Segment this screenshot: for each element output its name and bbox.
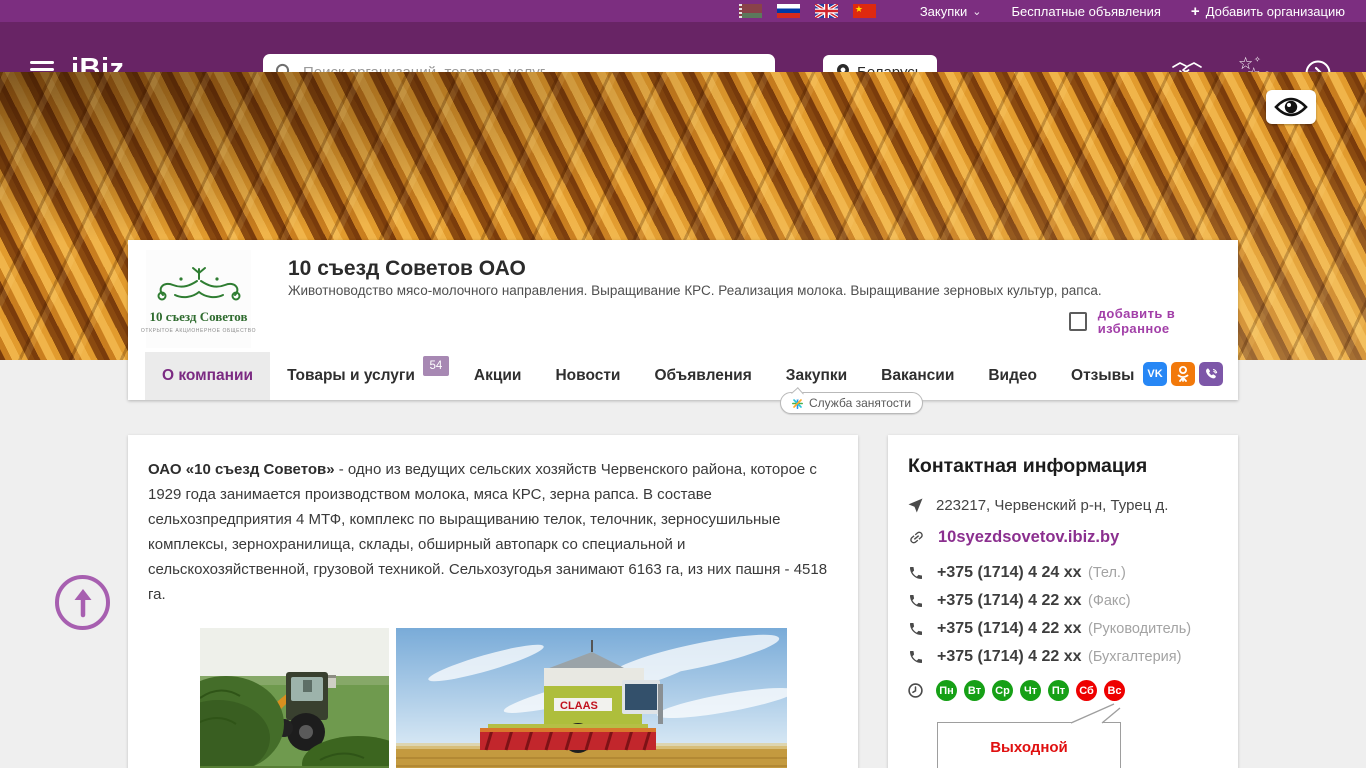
address-text: 223217, Червенский р-н, Турец д. — [936, 497, 1169, 514]
phone-label: (Руководитель) — [1088, 621, 1192, 637]
vk-icon[interactable]: VK — [1143, 362, 1167, 386]
company-logo: 10 съезд Советов ОТКРЫТОЕ АКЦИОНЕРНОЕ ОБ… — [141, 250, 255, 348]
website-link[interactable]: 10syezdsovetov.ibiz.by — [938, 528, 1119, 547]
accessibility-version-button[interactable] — [1266, 90, 1316, 124]
about-lead: ОАО «10 съезд Советов» — [148, 461, 335, 478]
procurement-menu[interactable]: Закупки ⌄ — [920, 4, 982, 19]
arrow-up-icon — [74, 588, 91, 617]
scroll-to-top-button[interactable] — [55, 575, 110, 630]
phone-number[interactable]: +375 (1714) 4 24 xx — [937, 564, 1082, 581]
tab-about[interactable]: О компании — [145, 352, 271, 400]
day-off-tooltip: Выходной — [937, 722, 1121, 768]
employment-service-tooltip: Служба занятости — [780, 392, 924, 414]
company-card: 10 съезд Советов ОТКРЫТОЕ АКЦИОНЕРНОЕ ОБ… — [128, 240, 1238, 400]
free-ads-link[interactable]: Бесплатные объявления — [1011, 4, 1160, 19]
photo-tractor-hay — [200, 628, 389, 768]
contact-heading: Контактная информация — [908, 455, 1148, 477]
viber-icon[interactable] — [1199, 362, 1223, 386]
contact-info-section: Контактная информация 223217, Червенский… — [888, 435, 1238, 768]
add-organization-link[interactable]: + Добавить организацию — [1191, 3, 1345, 20]
address-navigation-icon — [908, 498, 923, 513]
language-flags: ★ — [738, 2, 876, 20]
chevron-down-icon: ⌄ — [972, 5, 982, 18]
phone-label: (Тел.) — [1088, 565, 1126, 581]
add-organization-label: Добавить организацию — [1205, 3, 1345, 19]
phone-icon — [910, 651, 922, 663]
topbar: ★ Закупки ⌄ Бесплатные объявления + Доба… — [0, 0, 1366, 22]
day-badge-sun: Вс — [1104, 680, 1125, 701]
photo-combine-harvester: CLAAS — [396, 628, 787, 768]
flag-uk-icon[interactable] — [813, 2, 839, 20]
company-subtitle: Животноводство мясо-молочного направлени… — [288, 283, 1102, 298]
flag-china-icon[interactable]: ★ — [852, 4, 876, 18]
phone-label: (Бухгалтерия) — [1088, 649, 1182, 665]
page-title: 10 съезд Советов ОАО — [288, 257, 526, 280]
day-badge-wed: Ср — [992, 680, 1013, 701]
working-days-row: Пн Вт Ср Чт Пт Сб Вс — [908, 680, 1125, 701]
day-off-tooltip-pointer — [1070, 703, 1121, 724]
day-badge-thu: Чт — [1020, 680, 1041, 701]
employment-service-label: Служба занятости — [809, 396, 912, 410]
tab-promotions[interactable]: Акции — [457, 352, 539, 400]
page: ★ Закупки ⌄ Бесплатные объявления + Доба… — [0, 0, 1366, 768]
plus-icon: + — [1190, 2, 1200, 20]
phone-icon — [910, 567, 922, 579]
tab-video[interactable]: Видео — [971, 352, 1054, 400]
social-links: VK — [1143, 362, 1223, 386]
phone-icon — [910, 595, 922, 607]
about-body: - одно из ведущих сельских хозяйств Черв… — [148, 461, 828, 603]
favorite-checkbox[interactable] — [1069, 311, 1087, 331]
tab-products[interactable]: Товары и услуги 54 — [270, 352, 457, 400]
odnoklassniki-icon[interactable] — [1171, 362, 1195, 386]
employment-service-icon — [792, 397, 803, 409]
clock-icon — [908, 683, 923, 698]
phone-number[interactable]: +375 (1714) 4 22 xx — [937, 648, 1082, 665]
flag-belarus-icon[interactable] — [738, 4, 762, 18]
flag-russia-icon[interactable] — [776, 4, 800, 18]
favorite-label: добавить в избранное — [1097, 306, 1176, 336]
logo-ornament — [157, 266, 240, 300]
address-row: 223217, Червенский р-н, Турец д. — [908, 497, 1168, 514]
logo-company-name: 10 съезд Советов — [149, 308, 248, 324]
phone-icon — [910, 623, 922, 635]
add-to-favorites[interactable]: добавить в избранное — [1069, 306, 1238, 336]
tab-ads[interactable]: Объявления — [637, 352, 768, 400]
eye-icon — [1274, 97, 1308, 117]
phone-row: +375 (1714) 4 22 xx (Руководитель) — [908, 620, 1191, 638]
logo-company-type: ОТКРЫТОЕ АКЦИОНЕРНОЕ ОБЩЕСТВО — [140, 327, 257, 334]
working-days: Пн Вт Ср Чт Пт Сб Вс — [936, 680, 1125, 701]
products-count-badge: 54 — [422, 356, 449, 376]
procurement-label: Закупки — [919, 3, 968, 19]
day-badge-fri: Пт — [1048, 680, 1069, 701]
phone-row: +375 (1714) 4 22 xx (Факс) — [908, 592, 1131, 610]
phone-number[interactable]: +375 (1714) 4 22 xx — [937, 592, 1082, 609]
about-text: ОАО «10 съезд Советов» - одно из ведущих… — [148, 457, 840, 607]
phone-label: (Факс) — [1088, 593, 1131, 609]
phone-row: +375 (1714) 4 24 xx (Тел.) — [908, 564, 1126, 582]
phone-number[interactable]: +375 (1714) 4 22 xx — [937, 620, 1082, 637]
about-section: ОАО «10 съезд Советов» - одно из ведущих… — [128, 435, 858, 768]
day-badge-sat: Сб — [1076, 680, 1097, 701]
tab-news[interactable]: Новости — [538, 352, 637, 400]
tab-reviews[interactable]: Отзывы — [1054, 352, 1151, 400]
svg-text:CLAAS: CLAAS — [560, 700, 598, 712]
day-badge-mon: Пн — [936, 680, 957, 701]
day-badge-tue: Вт — [964, 680, 985, 701]
header: iBiz Беларусь ☆ ☆ ✧ 0 — [0, 22, 1366, 90]
link-icon — [910, 531, 923, 544]
tab-products-label: Товары и услуги — [287, 367, 415, 384]
phone-row: +375 (1714) 4 22 xx (Бухгалтерия) — [908, 648, 1181, 666]
company-tabs: О компании Товары и услуги 54 Акции Ново… — [145, 352, 1151, 400]
website-row: 10syezdsovetov.ibiz.by — [908, 528, 1119, 547]
